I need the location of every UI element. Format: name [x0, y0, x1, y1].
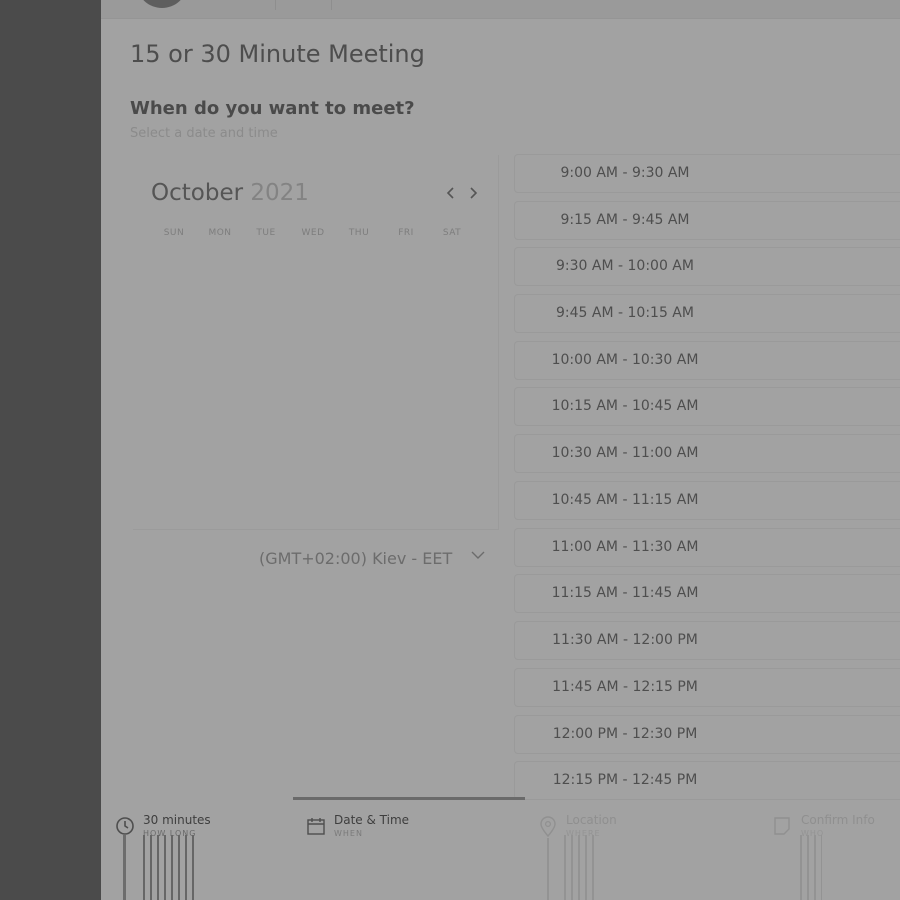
time-slot-label: 10:15 AM - 10:45 AM: [551, 398, 699, 414]
time-slot-button[interactable]: 9:15 AM - 9:45 AM: [514, 201, 900, 240]
location-pin-icon: [538, 816, 560, 838]
booking-panel: 15 or 30 Minute Meeting When do you want…: [101, 0, 900, 900]
time-slot-label: 9:30 AM - 10:00 AM: [556, 258, 694, 274]
time-slot-label: 12:15 PM - 12:45 PM: [552, 772, 698, 788]
step-sublabel: WHEN: [334, 829, 363, 838]
chevron-right-icon[interactable]: [463, 181, 483, 205]
step-connector: [547, 838, 549, 900]
header-divider: [275, 0, 276, 10]
header-divider: [331, 0, 332, 10]
time-slot-button[interactable]: 10:15 AM - 10:45 AM: [514, 387, 900, 426]
time-slot-button[interactable]: 11:00 AM - 11:30 AM: [514, 528, 900, 567]
header-bar: [101, 0, 900, 19]
step-label: Location: [566, 813, 617, 827]
page-backdrop: [0, 0, 101, 900]
time-slot-button[interactable]: 12:00 PM - 12:30 PM: [514, 715, 900, 754]
year-label: 2021: [250, 180, 309, 206]
time-slot-label: 9:45 AM - 10:15 AM: [556, 305, 694, 321]
time-slot-button[interactable]: 11:45 AM - 12:15 PM: [514, 668, 900, 707]
time-slot-label: 10:30 AM - 11:00 AM: [551, 445, 699, 461]
weekday-label: SUN: [163, 228, 185, 238]
time-slot-button[interactable]: 10:30 AM - 11:00 AM: [514, 434, 900, 473]
step-decoration: [564, 835, 598, 900]
calendar-icon: [306, 816, 328, 838]
time-slot-label: 11:30 AM - 12:00 PM: [552, 632, 698, 648]
time-slot-label: 11:45 AM - 12:15 PM: [552, 679, 698, 695]
time-slot-button[interactable]: 11:15 AM - 11:45 AM: [514, 574, 900, 613]
chevron-left-icon[interactable]: [441, 181, 461, 205]
time-slot-label: 9:15 AM - 9:45 AM: [560, 212, 690, 228]
time-slot-button[interactable]: 9:30 AM - 10:00 AM: [514, 247, 900, 286]
weekday-label: WED: [301, 228, 325, 238]
weekday-label: FRI: [398, 228, 414, 238]
section-heading: When do you want to meet?: [130, 98, 415, 119]
time-slot-label: 9:00 AM - 9:30 AM: [560, 165, 690, 181]
time-slot-label: 10:45 AM - 11:15 AM: [551, 492, 699, 508]
time-slot-label: 12:00 PM - 12:30 PM: [552, 726, 698, 742]
time-slot-button[interactable]: 10:45 AM - 11:15 AM: [514, 481, 900, 520]
month-label: October: [151, 180, 244, 206]
time-slot-label: 11:00 AM - 11:30 AM: [551, 539, 699, 555]
step-decoration: [800, 835, 822, 900]
time-slot-button[interactable]: 12:15 PM - 12:45 PM: [514, 761, 900, 800]
page-title: 15 or 30 Minute Meeting: [130, 40, 425, 68]
date-picker: October 2021 SUN MON TUE WED THU FRI SAT: [133, 155, 499, 530]
step-decoration: [143, 835, 199, 900]
timezone-select[interactable]: (GMT+02:00) Kiev - EET: [259, 549, 452, 568]
weekday-label: MON: [208, 228, 232, 238]
section-hint: Select a date and time: [130, 126, 278, 141]
step-label: Confirm Info: [801, 813, 875, 827]
avatar: [137, 0, 187, 8]
time-slot-label: 10:00 AM - 10:30 AM: [551, 352, 699, 368]
step-connector: [123, 835, 126, 900]
step-progress-indicator: [293, 797, 525, 800]
step-label: Date & Time: [334, 813, 410, 827]
time-slot-label: 11:15 AM - 11:45 AM: [551, 585, 699, 601]
note-icon: [773, 816, 795, 838]
step-label: 30 minutes: [143, 813, 211, 827]
time-slot-button[interactable]: 9:00 AM - 9:30 AM: [514, 154, 900, 193]
month-year-label: October 2021: [151, 180, 309, 206]
weekday-label: THU: [348, 228, 370, 238]
time-slot-button[interactable]: 10:00 AM - 10:30 AM: [514, 341, 900, 380]
weekday-label: SAT: [442, 228, 462, 238]
clock-icon: [115, 816, 137, 838]
weekday-label: TUE: [256, 228, 276, 238]
time-slot-button[interactable]: 11:30 AM - 12:00 PM: [514, 621, 900, 660]
time-slot-button[interactable]: 9:45 AM - 10:15 AM: [514, 294, 900, 333]
chevron-down-icon[interactable]: [470, 547, 490, 571]
